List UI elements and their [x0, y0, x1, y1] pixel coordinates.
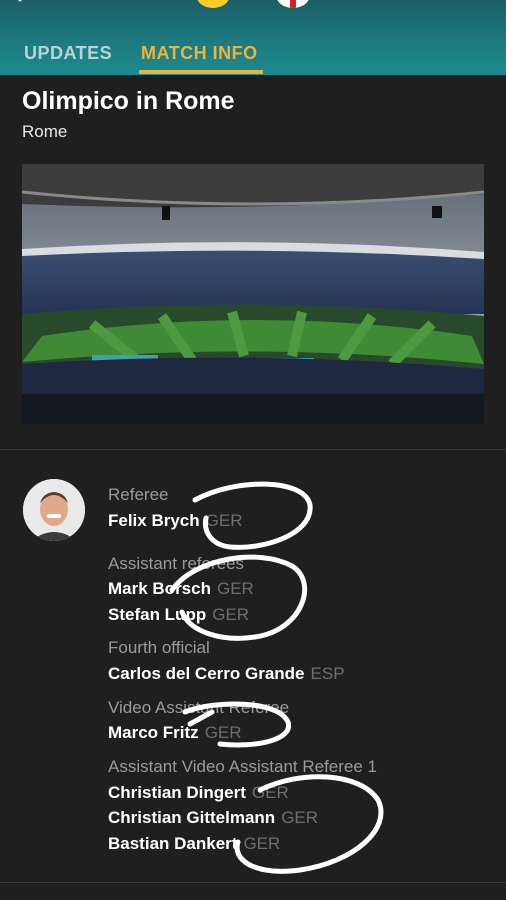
notification-bell-icon[interactable]	[466, 0, 488, 6]
official-name: Carlos del Cerro Grande ESP	[108, 664, 345, 683]
role-label-avar: Assistant Video Assistant Referee 1	[108, 757, 378, 776]
nationality: GER	[204, 723, 242, 742]
nationality: GER	[281, 808, 319, 827]
team-italy-flag-icon	[197, 0, 229, 8]
back-arrow-icon[interactable]	[14, 0, 38, 10]
venue-city: Rome	[22, 122, 68, 141]
official-name: Felix Brych GER	[108, 511, 243, 530]
role-label-var: Video Assistant Referee	[108, 698, 290, 717]
role-label-fourth-official: Fourth official	[108, 638, 210, 657]
official-name: Mark Borsch GER	[108, 579, 254, 598]
official-name: Bastian Dankert GER	[108, 834, 281, 853]
stadium-photo	[22, 164, 484, 424]
tab-updates[interactable]: UPDATES	[24, 43, 112, 64]
nationality: GER	[243, 834, 281, 853]
official-name: Christian Gittelmann GER	[108, 808, 319, 827]
top-header: UPDATES MATCH INFO	[0, 0, 506, 75]
role-label-assistant-referees: Assistant referees	[108, 554, 245, 573]
section-divider	[0, 449, 506, 450]
official-name: Christian Dingert GER	[108, 783, 289, 802]
nationality: GER	[251, 783, 289, 802]
nationality: GER	[205, 511, 243, 530]
tab-match-info[interactable]: MATCH INFO	[141, 43, 258, 64]
official-name: Marco Fritz GER	[108, 723, 242, 742]
nationality: GER	[216, 579, 254, 598]
nationality: GER	[212, 605, 250, 624]
section-divider	[0, 882, 506, 883]
active-tab-indicator	[139, 70, 263, 74]
team-england-flag-icon	[277, 0, 309, 8]
role-label-referee: Referee	[108, 485, 169, 504]
nationality: ESP	[310, 664, 345, 683]
venue-title: Olimpico in Rome	[22, 87, 235, 115]
official-name: Stefan Lupp GER	[108, 605, 250, 624]
referee-avatar	[23, 479, 85, 541]
